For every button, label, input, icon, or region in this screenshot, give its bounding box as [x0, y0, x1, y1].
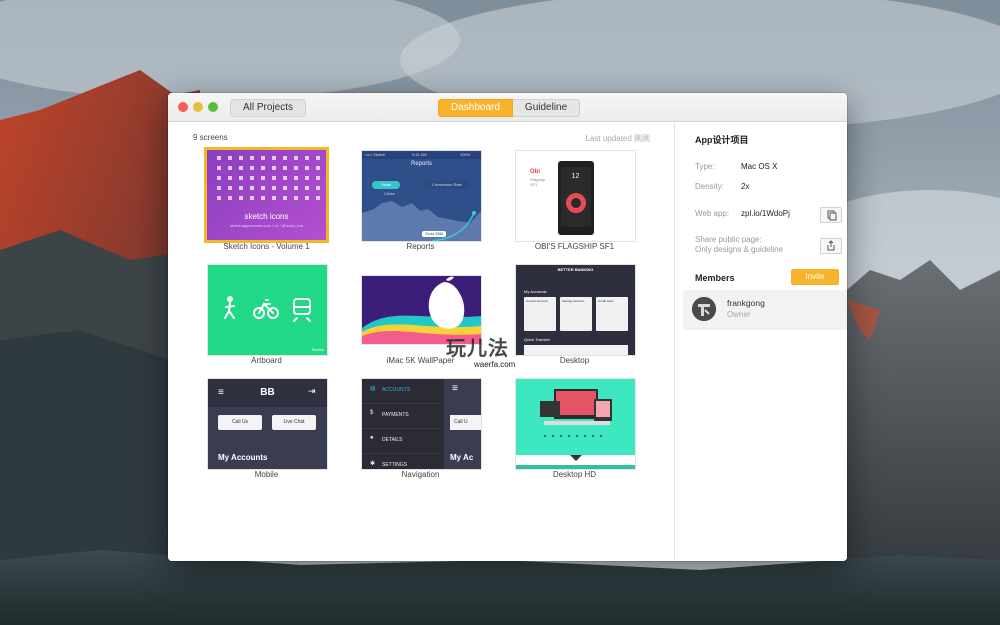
screen-thumbnail[interactable]: sketch icons sketchappsources.com / ••• …	[204, 147, 329, 243]
thumb-peek-call: Call U	[450, 415, 481, 430]
thumb-account-3-label: Credit Card	[598, 299, 614, 303]
thumb-nav-item-accounts: ACCOUNTS	[382, 387, 411, 393]
maximize-window-button[interactable]	[208, 102, 218, 112]
thumb-brand: BETTER BANKING	[557, 267, 594, 272]
screen-thumbnail[interactable]: Sketch	[207, 264, 328, 356]
screens-panel: 9 screens Last updated 刚刚 sketch icons s…	[168, 122, 674, 561]
screen-thumbnail[interactable]: ≡ BB ⇥ Call Us Live Chat My Accounts	[207, 378, 328, 470]
screen-thumbnail[interactable]: Obi Flagship SF1 12	[515, 150, 636, 242]
screen-thumbnail[interactable]: ••••• Sketch 9:41 AM 100% Reports Visits…	[361, 150, 482, 242]
share-button[interactable]	[820, 238, 842, 254]
tab-dashboard[interactable]: Dashboard	[438, 99, 513, 117]
screen-thumbnail[interactable]: ACCOUNTS PAYMENTS DETAILS SETTINGS ▤ $ ●…	[361, 378, 482, 470]
thumb-chat-button: Live Chat	[272, 415, 316, 430]
app-window: All Projects Dashboard Guideline 9 scree…	[168, 93, 847, 561]
title-bar: All Projects Dashboard Guideline	[168, 93, 847, 122]
share-icon	[827, 240, 835, 251]
thumb-account-card-1: Current Account	[524, 297, 556, 331]
watermark: 玩儿法 waerfa.com	[428, 330, 528, 374]
logout-icon: ⇥	[308, 386, 316, 396]
watermark-url: waerfa.com	[474, 360, 516, 369]
screen-name: Reports	[406, 242, 435, 251]
type-value: Mac OS X	[741, 162, 778, 171]
member-name: frankgong	[727, 298, 765, 308]
screen-name: Desktop HD	[552, 470, 597, 479]
density-value: 2x	[741, 182, 750, 191]
close-window-button[interactable]	[178, 102, 188, 112]
thumb-peek-accounts: My Ac	[450, 453, 474, 462]
project-name: App设计项目	[695, 135, 749, 145]
tab-guideline[interactable]: Guideline	[512, 99, 581, 117]
thumb-nav-divider	[362, 403, 442, 404]
thumb-peek-panel: ≡ Call U My Ac	[444, 379, 481, 469]
all-projects-button[interactable]: All Projects	[230, 99, 307, 117]
thumb-nav-item-payments: PAYMENTS	[382, 412, 409, 418]
thumb-transfer-panel	[524, 345, 628, 355]
report-chart-artwork	[362, 201, 481, 241]
avatar	[692, 297, 716, 321]
last-updated: Last updated 刚刚	[585, 134, 650, 143]
thumb-nav-item-details: DETAILS	[382, 437, 403, 443]
thumb-nav-item-settings: SETTINGS	[382, 462, 408, 468]
webapp-label: Web app:	[695, 209, 730, 218]
webapp-link[interactable]: zpl.io/1WdoPj	[741, 209, 790, 218]
thumb-account-2-label: Savings Account	[562, 299, 585, 303]
screen-thumbnail[interactable]: BETTER BANKING My Accounts Current Accou…	[515, 264, 636, 356]
phone-artwork	[558, 161, 594, 235]
invite-button[interactable]: Invite	[791, 269, 839, 285]
share-value: Only designs & guideline	[695, 245, 784, 254]
thumb-accounts: My Accounts	[218, 453, 268, 462]
thumb-call-button: Call Us	[218, 415, 262, 430]
screen-name: Sketch Icons - Volume 1	[223, 242, 310, 251]
thumb-caption: sketch icons	[244, 212, 289, 221]
share-label: Share public page:	[695, 235, 762, 244]
thumb-phone-time: 12	[571, 173, 580, 180]
transport-icons	[224, 296, 311, 322]
payments-icon: $	[370, 410, 374, 416]
watermark-text: 玩儿法	[446, 338, 509, 360]
thumb-subcaption: sketchappsources.com / ••• / @icons_ma	[230, 223, 303, 228]
devices-artwork	[516, 379, 635, 469]
member-row[interactable]: frankgong Owner	[683, 290, 847, 330]
thumb-account-card-3: Credit Card	[596, 297, 628, 331]
density-label: Density:	[695, 182, 724, 191]
panel-divider	[674, 122, 675, 561]
accounts-icon: ▤	[370, 386, 376, 392]
screen-name: Mobile	[254, 470, 279, 479]
copy-link-button[interactable]	[820, 207, 842, 223]
settings-icon: ✱	[370, 461, 376, 467]
screen-name: OBI'S FLAGSHIP SF1	[534, 242, 615, 251]
thumb-section: My Accounts	[524, 289, 547, 294]
screen-count: 9 screens	[193, 133, 228, 142]
thumb-tooltip: Clicks 3886	[422, 231, 447, 237]
minimize-window-button[interactable]	[193, 102, 203, 112]
project-sidebar: App设计项目 Type: Mac OS X Density: 2x Web a…	[683, 122, 847, 561]
screen-thumbnail[interactable]	[515, 378, 636, 470]
screen-name: Artboard	[251, 356, 282, 365]
thumb-nav-drawer: ACCOUNTS PAYMENTS DETAILS SETTINGS ▤ $ ●…	[362, 379, 442, 469]
type-label: Type:	[695, 162, 715, 171]
thumb-account-1-label: Current Account	[526, 299, 548, 303]
thumb-nav-divider	[362, 453, 442, 454]
screen-name: Desktop	[559, 356, 590, 365]
view-tabs: Dashboard Guideline	[438, 99, 581, 117]
members-heading: Members	[695, 273, 735, 283]
screen-name: Navigation	[401, 470, 440, 479]
thumb-account-card-2: Savings Account	[560, 297, 592, 331]
member-role: Owner	[727, 310, 751, 319]
details-icon: ●	[370, 435, 374, 441]
thumb-corner-label: Sketch	[311, 347, 324, 352]
hamburger-icon: ≡	[452, 383, 458, 394]
copy-icon	[827, 210, 837, 221]
thumb-nav-divider	[362, 428, 442, 429]
avatar-image	[692, 297, 716, 321]
